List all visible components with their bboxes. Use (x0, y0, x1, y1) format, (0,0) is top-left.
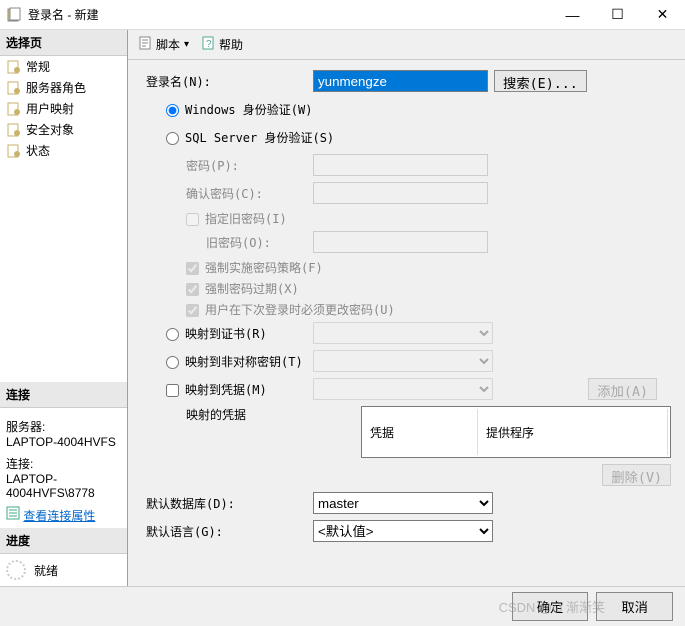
ok-button[interactable]: 确定 (512, 592, 589, 621)
nav-general[interactable]: 常规 (0, 56, 127, 77)
old-password-label: 旧密码(O): (138, 234, 313, 251)
conn-label: 连接: (6, 455, 121, 472)
connection-info: 服务器: LAPTOP-4004HVFS 连接: LAPTOP-4004HVFS… (0, 408, 127, 528)
provider-col-header: 提供程序 (480, 409, 668, 455)
toolbar: 脚本 ▾ ? 帮助 (128, 30, 685, 60)
footer: CSDN @ω 渐渐笑 确定 取消 (0, 586, 685, 626)
help-button[interactable]: ? 帮助 (197, 33, 247, 56)
progress-status: 就绪 (0, 554, 127, 586)
svg-text:?: ? (206, 39, 212, 50)
spinner-icon (6, 560, 26, 580)
remove-button: 删除(V) (602, 464, 671, 486)
properties-icon (6, 509, 20, 523)
map-cred-checkbox[interactable] (166, 384, 179, 397)
cred-col-header: 凭据 (364, 409, 478, 455)
title-bar: 登录名 - 新建 — ☐ ✕ (0, 0, 685, 30)
default-db-label: 默认数据库(D): (138, 495, 313, 512)
enforce-policy-check: 强制实施密码策略(F) (138, 259, 671, 276)
mapped-creds-label: 映射的凭据 (138, 406, 313, 423)
select-page-header: 选择页 (0, 30, 127, 56)
chevron-down-icon: ▾ (184, 39, 189, 50)
page-icon (6, 101, 22, 117)
main-panel: 脚本 ▾ ? 帮助 登录名(N): 搜索(E)... Windows 身份验证(… (128, 30, 685, 586)
progress-header: 进度 (0, 528, 127, 554)
cred-select (313, 378, 493, 400)
windows-auth-radio[interactable] (166, 104, 179, 117)
nav-server-roles[interactable]: 服务器角色 (0, 77, 127, 98)
default-lang-label: 默认语言(G): (138, 523, 313, 540)
confirm-password-label: 确认密码(C): (138, 185, 313, 202)
help-icon: ? (201, 35, 217, 54)
confirm-password-input (313, 182, 488, 204)
default-lang-select[interactable]: <默认值> (313, 520, 493, 542)
map-cert-radio[interactable] (166, 328, 179, 341)
map-cred-check-label[interactable]: 映射到凭据(M) (138, 381, 313, 398)
sidebar: 选择页 常规 服务器角色 用户映射 安全对象 状态 (0, 30, 128, 586)
password-input (313, 154, 488, 176)
connection-header: 连接 (0, 382, 127, 408)
cert-select (313, 322, 493, 344)
map-asym-radio[interactable] (166, 356, 179, 369)
page-icon (6, 80, 22, 96)
server-value: LAPTOP-4004HVFS (6, 435, 121, 449)
maximize-button[interactable]: ☐ (595, 0, 640, 30)
server-label: 服务器: (6, 418, 121, 435)
password-label: 密码(P): (138, 157, 313, 174)
enforce-expiry-check: 强制密码过期(X) (138, 280, 671, 297)
specify-old-password-check: 指定旧密码(I) (138, 210, 671, 227)
script-icon (138, 35, 154, 54)
add-button: 添加(A) (588, 378, 657, 400)
page-icon (6, 122, 22, 138)
map-cert-radio-label[interactable]: 映射到证书(R) (138, 325, 313, 342)
view-connection-properties-link[interactable]: 查看连接属性 (23, 509, 95, 523)
windows-auth-radio-label[interactable]: Windows 身份验证(W) (138, 101, 313, 118)
cancel-button[interactable]: 取消 (596, 592, 673, 621)
sql-auth-radio-label[interactable]: SQL Server 身份验证(S) (138, 129, 334, 146)
map-asym-radio-label[interactable]: 映射到非对称密钥(T) (138, 353, 313, 370)
nav-user-mapping[interactable]: 用户映射 (0, 98, 127, 119)
app-icon (6, 7, 22, 23)
credentials-table: 凭据提供程序 (361, 406, 671, 458)
must-change-checkbox (186, 304, 199, 317)
ready-label: 就绪 (34, 562, 58, 579)
search-button[interactable]: 搜索(E)... (494, 70, 587, 92)
close-button[interactable]: ✕ (640, 0, 685, 30)
conn-value: LAPTOP-4004HVFS\8778 (6, 472, 121, 500)
specify-old-password-checkbox (186, 213, 199, 226)
nav-securables[interactable]: 安全对象 (0, 119, 127, 140)
default-db-select[interactable]: master (313, 492, 493, 514)
asym-select (313, 350, 493, 372)
login-name-label: 登录名(N): (138, 73, 313, 90)
page-icon (6, 143, 22, 159)
login-name-input[interactable] (313, 70, 488, 92)
enforce-policy-checkbox (186, 262, 199, 275)
page-icon (6, 59, 22, 75)
window-title: 登录名 - 新建 (28, 6, 550, 23)
must-change-check: 用户在下次登录时必须更改密码(U) (138, 301, 671, 318)
old-password-input (313, 231, 488, 253)
minimize-button[interactable]: — (550, 0, 595, 30)
script-button[interactable]: 脚本 ▾ (134, 33, 193, 56)
sql-auth-radio[interactable] (166, 132, 179, 145)
nav-status[interactable]: 状态 (0, 140, 127, 161)
enforce-expiry-checkbox (186, 283, 199, 296)
